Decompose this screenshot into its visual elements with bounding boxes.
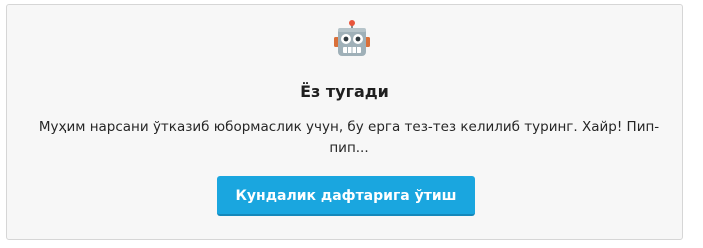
go-to-diary-button[interactable]: Кундалик дафтарига ўтиш [217, 176, 475, 216]
card-message: Муҳим нарсани ўтказиб юбормаслик учун, б… [38, 119, 660, 156]
end-of-summer-card: Ёз тугади Муҳим нарсани ўтказиб юбормасл… [6, 4, 683, 240]
robot-icon [334, 20, 370, 56]
card-title: Ёз тугади [300, 82, 389, 101]
